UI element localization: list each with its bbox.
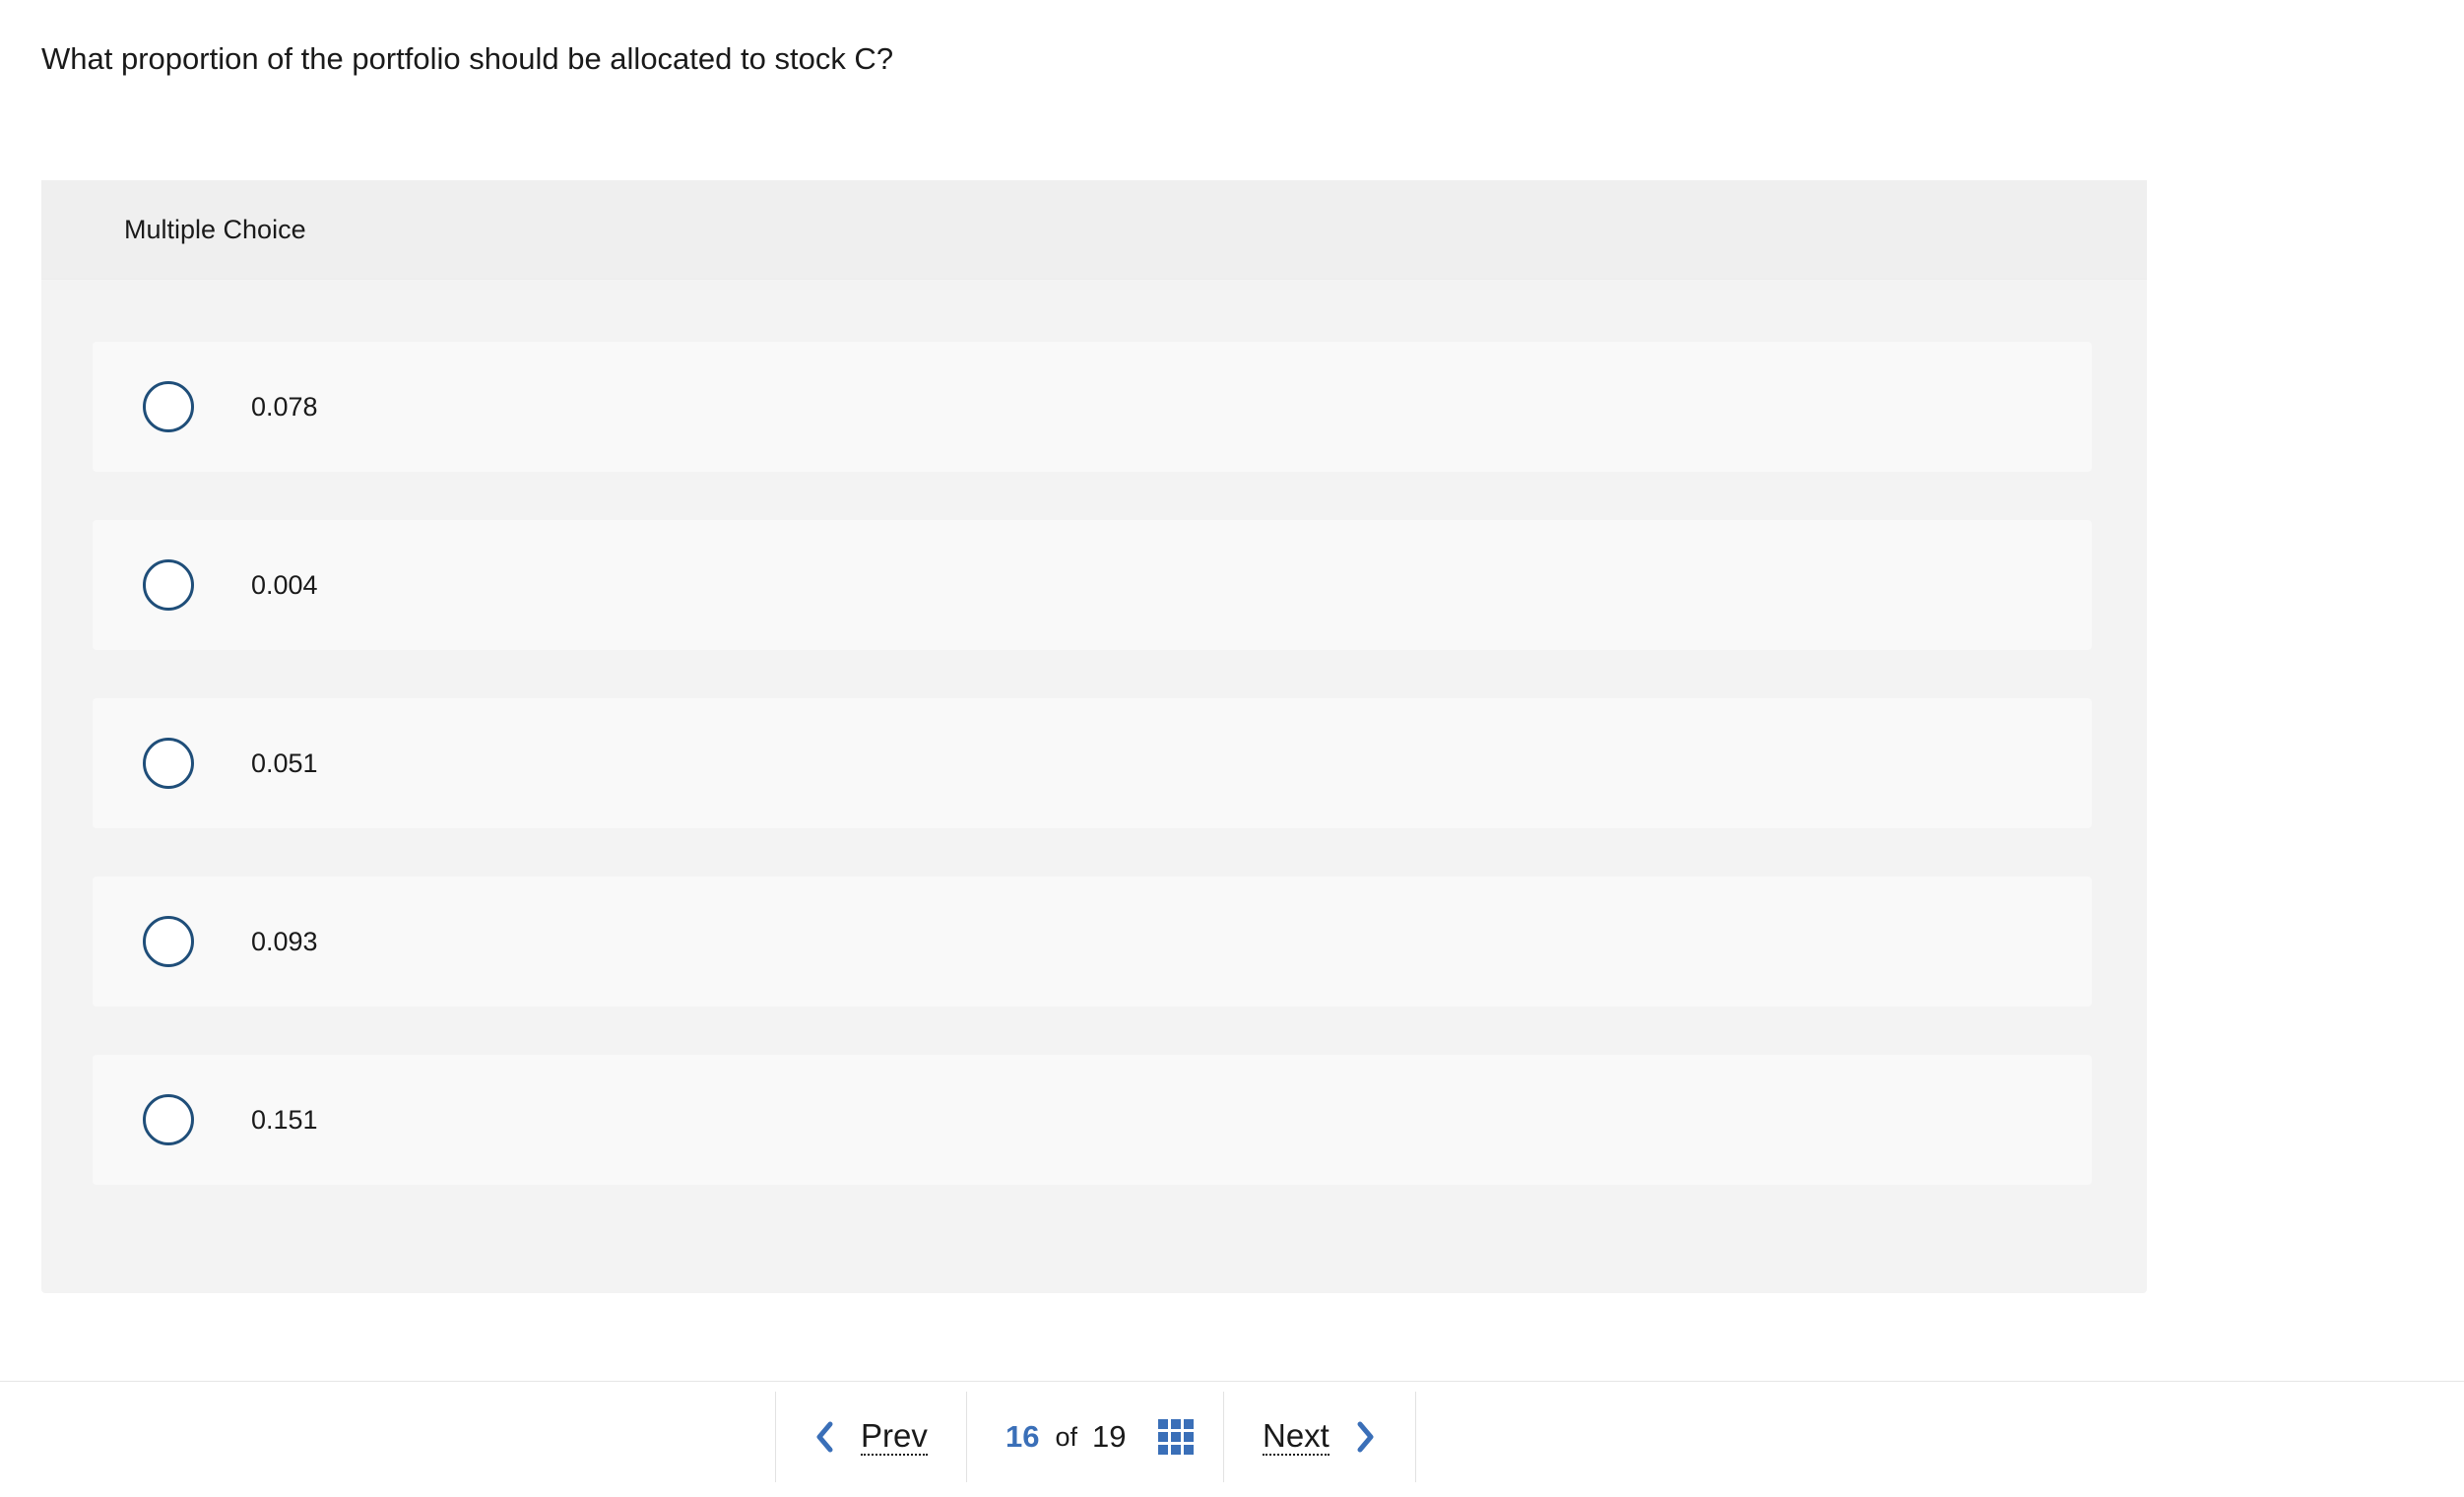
answer-option-label: 0.004: [251, 569, 318, 600]
next-label[interactable]: Next: [1263, 1418, 1329, 1456]
prev-button[interactable]: Prev: [775, 1392, 966, 1482]
next-button[interactable]: Next: [1223, 1392, 1416, 1482]
question-text: What proportion of the portfolio should …: [41, 41, 894, 76]
radio-button[interactable]: [143, 1094, 194, 1145]
page: What proportion of the portfolio should …: [0, 0, 2464, 1497]
answer-option[interactable]: 0.093: [93, 877, 2092, 1007]
radio-button[interactable]: [143, 738, 194, 789]
page-counter: 16 of 19: [966, 1392, 1223, 1482]
radio-button[interactable]: [143, 381, 194, 432]
grid-icon[interactable]: [1157, 1419, 1194, 1455]
total-pages: 19: [1092, 1419, 1127, 1454]
radio-button[interactable]: [143, 916, 194, 967]
footer-navigation-bar: Prev 16 of 19 Next: [0, 1381, 2464, 1497]
multiple-choice-header: Multiple Choice: [41, 180, 2147, 280]
answer-option-label: 0.078: [251, 391, 318, 422]
prev-label[interactable]: Prev: [861, 1418, 928, 1456]
radio-button[interactable]: [143, 559, 194, 611]
current-page-number: 16: [1005, 1419, 1040, 1454]
answer-option-label: 0.093: [251, 926, 318, 956]
of-label: of: [1055, 1421, 1078, 1452]
pagination: Prev 16 of 19 Next: [775, 1392, 1416, 1482]
multiple-choice-panel: Multiple Choice 0.078 0.004 0.051 0.093 …: [41, 180, 2147, 1293]
answer-option-label: 0.051: [251, 748, 318, 778]
answer-options: 0.078 0.004 0.051 0.093 0.151: [93, 342, 2092, 1233]
multiple-choice-header-label: Multiple Choice: [124, 214, 306, 244]
answer-option[interactable]: 0.051: [93, 698, 2092, 828]
chevron-right-icon[interactable]: [1351, 1419, 1379, 1455]
chevron-left-icon[interactable]: [811, 1419, 839, 1455]
answer-option[interactable]: 0.078: [93, 342, 2092, 472]
answer-option[interactable]: 0.151: [93, 1055, 2092, 1185]
answer-option-label: 0.151: [251, 1104, 318, 1135]
answer-option[interactable]: 0.004: [93, 520, 2092, 650]
